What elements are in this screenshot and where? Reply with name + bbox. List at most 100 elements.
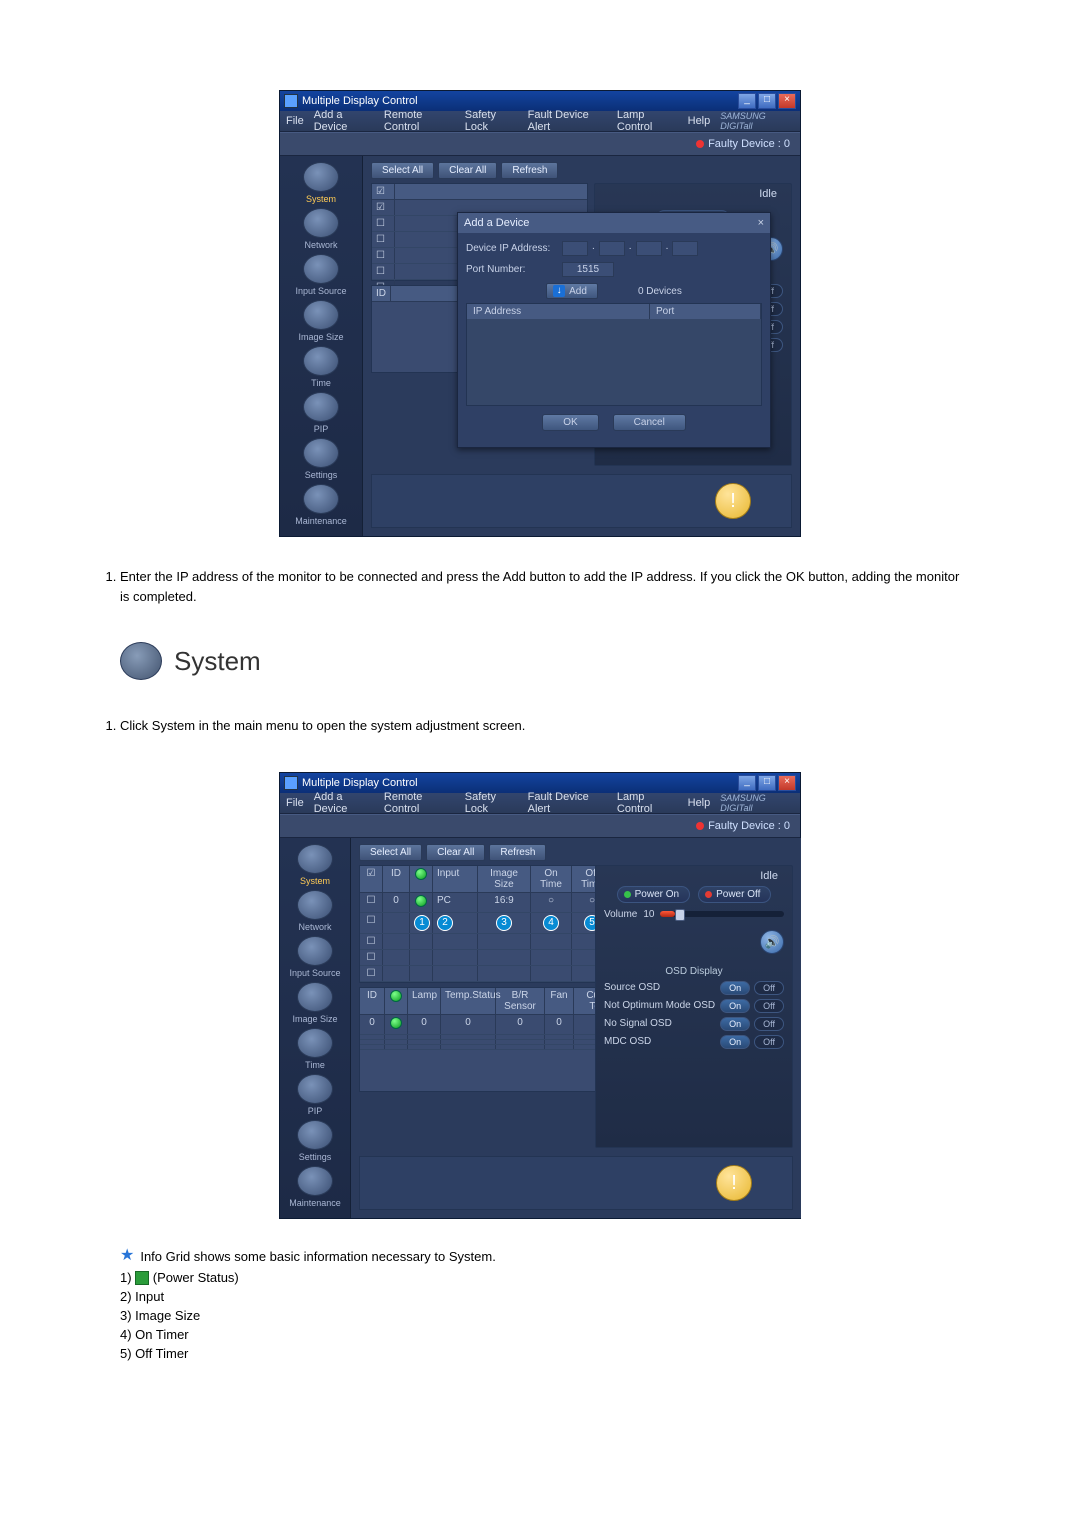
off-toggle[interactable]: Off — [754, 1017, 784, 1031]
select-all-button[interactable]: Select All — [359, 844, 422, 861]
right-panel: Idle Power On Power Off Volume 10 🔊 OSD … — [595, 865, 793, 1148]
sidebar-item-network[interactable]: Network — [280, 890, 350, 932]
on-toggle[interactable]: On — [720, 981, 750, 995]
section-title: System — [174, 646, 261, 677]
maintenance-icon — [297, 1166, 333, 1196]
plus-icon: ↓ — [553, 285, 565, 297]
sidebar-item-image-size[interactable]: Image Size — [286, 300, 356, 342]
sidebar-item-system[interactable]: System — [280, 844, 350, 886]
sidebar-item-maintenance[interactable]: Maintenance — [286, 484, 356, 526]
off-toggle[interactable]: Off — [754, 1035, 784, 1049]
menubar: File Add a Device Remote Control Safety … — [280, 111, 800, 132]
idle-status: Idle — [759, 188, 777, 200]
volume-slider[interactable] — [660, 911, 784, 917]
sidebar-item-maintenance[interactable]: Maintenance — [280, 1166, 350, 1208]
off-toggle[interactable]: Off — [754, 981, 784, 995]
status-led-icon — [390, 990, 402, 1002]
marker-row: ☐ 1 2 3 4 5 — [360, 913, 613, 934]
fault-indicator-icon — [696, 822, 704, 830]
cable-icon — [303, 254, 339, 284]
menu-safety-lock[interactable]: Safety Lock — [465, 791, 518, 815]
ok-button[interactable]: OK — [542, 414, 598, 431]
status-led-icon — [390, 1017, 402, 1029]
sidebar-item-pip[interactable]: PIP — [280, 1074, 350, 1116]
select-all-button[interactable]: Select All — [371, 162, 434, 179]
faulty-device-count: Faulty Device : 0 — [708, 138, 790, 150]
ip-octet-1[interactable] — [562, 241, 588, 256]
ip-address-input[interactable]: . . . — [562, 241, 698, 256]
osd-title: OSD Display — [604, 966, 784, 977]
fault-indicator-icon — [696, 140, 704, 148]
sidebar-item-pip[interactable]: PIP — [286, 392, 356, 434]
legend-item-3: 3) Image Size — [120, 1308, 960, 1323]
menu-safety-lock[interactable]: Safety Lock — [465, 109, 518, 133]
osd-row-label: MDC OSD — [604, 1036, 651, 1047]
dialog-title: Add a Device — [464, 217, 529, 229]
menu-add-a-device[interactable]: Add a Device — [314, 791, 374, 815]
on-toggle[interactable]: On — [720, 1017, 750, 1031]
sidebar-item-image-size[interactable]: Image Size — [280, 982, 350, 1024]
sidebar-item-system[interactable]: System — [286, 162, 356, 204]
table-row[interactable]: 0 0 0 0 0 83 — [360, 1015, 633, 1035]
minimize-button[interactable]: _ — [738, 775, 756, 791]
ip-address-label: Device IP Address: — [466, 243, 556, 254]
dialog-close-button[interactable]: × — [758, 217, 764, 229]
crop-icon — [297, 982, 333, 1012]
on-toggle[interactable]: On — [720, 999, 750, 1013]
menu-help[interactable]: Help — [688, 115, 711, 127]
gear-icon — [303, 162, 339, 192]
menu-lamp-control[interactable]: Lamp Control — [617, 109, 678, 133]
on-toggle[interactable]: On — [720, 1035, 750, 1049]
refresh-button[interactable]: Refresh — [501, 162, 558, 179]
window-title: Multiple Display Control — [302, 777, 418, 789]
close-button[interactable]: × — [778, 775, 796, 791]
table-row[interactable]: ☐ 0 PC 16:9 ○ ○ — [360, 893, 613, 913]
power-on-button[interactable]: Power On — [617, 886, 690, 903]
ip-octet-2[interactable] — [599, 241, 625, 256]
sidebar-item-network[interactable]: Network — [286, 208, 356, 250]
sidebar-item-input-source[interactable]: Input Source — [280, 936, 350, 978]
pip-icon — [303, 392, 339, 422]
sidebar-item-settings[interactable]: Settings — [286, 438, 356, 480]
titlebar[interactable]: Multiple Display Control _ □ × — [280, 91, 800, 111]
refresh-button[interactable]: Refresh — [489, 844, 546, 861]
sidebar-item-time[interactable]: Time — [280, 1028, 350, 1070]
minimize-button[interactable]: _ — [738, 93, 756, 109]
cancel-button[interactable]: Cancel — [613, 414, 686, 431]
menu-file[interactable]: File — [286, 115, 304, 127]
port-number-input[interactable]: 1515 — [562, 262, 614, 277]
menu-help[interactable]: Help — [688, 797, 711, 809]
menu-add-a-device[interactable]: Add a Device — [314, 109, 374, 133]
maximize-button[interactable]: □ — [758, 93, 776, 109]
legend-item-1: 1) (Power Status) — [120, 1270, 960, 1286]
osd-row-label: No Signal OSD — [604, 1018, 672, 1029]
off-toggle[interactable]: Off — [754, 999, 784, 1013]
titlebar[interactable]: Multiple Display Control _ □ × — [280, 773, 800, 793]
power-off-button[interactable]: Power Off — [698, 886, 771, 903]
add-button[interactable]: ↓Add — [546, 283, 598, 299]
sidebar-item-input-source[interactable]: Input Source — [286, 254, 356, 296]
speaker-button[interactable]: 🔊 — [760, 930, 784, 954]
menu-remote-control[interactable]: Remote Control — [384, 791, 455, 815]
menu-lamp-control[interactable]: Lamp Control — [617, 791, 678, 815]
menubar: File Add a Device Remote Control Safety … — [280, 793, 800, 814]
alert-icon: ! — [715, 483, 751, 519]
maximize-button[interactable]: □ — [758, 775, 776, 791]
system-section-icon — [120, 642, 162, 680]
menu-fault-device-alert[interactable]: Fault Device Alert — [528, 791, 607, 815]
clear-all-button[interactable]: Clear All — [426, 844, 485, 861]
ip-octet-4[interactable] — [672, 241, 698, 256]
sidebar-item-settings[interactable]: Settings — [280, 1120, 350, 1162]
instruction-step: Click System in the main menu to open th… — [120, 716, 960, 736]
maintenance-icon — [303, 484, 339, 514]
menu-fault-device-alert[interactable]: Fault Device Alert — [528, 109, 607, 133]
close-button[interactable]: × — [778, 93, 796, 109]
sidebar-item-time[interactable]: Time — [286, 346, 356, 388]
ip-octet-3[interactable] — [636, 241, 662, 256]
power-status-header-icon — [415, 868, 427, 880]
col-port: Port — [650, 304, 761, 319]
app-window-add-device: Multiple Display Control _ □ × File Add … — [279, 90, 801, 537]
clear-all-button[interactable]: Clear All — [438, 162, 497, 179]
menu-file[interactable]: File — [286, 797, 304, 809]
menu-remote-control[interactable]: Remote Control — [384, 109, 455, 133]
